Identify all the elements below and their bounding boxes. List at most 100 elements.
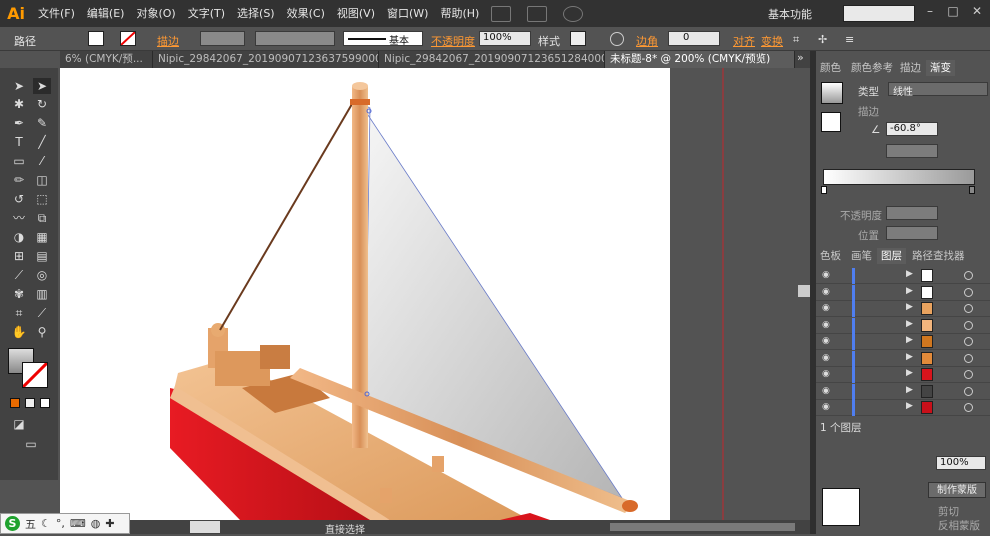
sogou-logo-icon[interactable]: S [5,516,20,531]
tab-stroke[interactable]: 描边 [896,60,925,76]
pen-tool-icon[interactable]: ✒ [10,115,28,131]
tab-layers[interactable]: 图层 [877,248,906,264]
stop-position-field[interactable] [886,226,938,240]
transform-label[interactable]: 变换 [761,33,783,49]
gpu-performance-icon[interactable] [563,5,584,22]
target-circle-icon[interactable] [964,353,973,363]
selection-tool-icon[interactable]: ➤ [10,78,28,94]
variable-width-dropdown[interactable] [255,31,335,46]
gradient-stroke-swatch[interactable] [821,112,841,132]
close-icon[interactable]: ✕ [970,4,984,18]
puppet-warp-icon[interactable]: ✢ [818,33,827,46]
target-circle-icon[interactable] [964,287,973,297]
target-circle-icon[interactable] [964,337,973,346]
gradient-type-select[interactable]: 线性 [888,82,988,98]
half-width-icon[interactable]: ☾ [41,517,51,530]
menu-effect[interactable]: 效果(C) [281,0,331,27]
skin-icon[interactable]: ◍ [91,517,101,530]
zoom-tool-icon[interactable]: ⚲ [33,324,51,340]
stroke-weight-dropdown[interactable] [200,31,245,46]
mesh-tool-icon[interactable]: ⊞ [10,248,28,264]
gradient-tool-icon[interactable]: ▤ [33,248,51,264]
tab-color[interactable]: 颜色 [816,60,845,76]
artboard-tool-icon[interactable]: ⌗ [10,305,28,321]
menu-help[interactable]: 帮助(H) [434,0,485,27]
direct-selection-tool-icon[interactable]: ➤ [33,78,51,94]
menu-file[interactable]: 文件(F) [32,0,81,27]
horizontal-scrollbar[interactable] [610,523,795,531]
scale-tool-icon[interactable]: ⬚ [33,191,51,207]
visibility-eye-icon[interactable]: ◉ [822,369,832,380]
visibility-eye-icon[interactable]: ◉ [822,320,832,331]
color-mode-icon[interactable] [10,398,20,408]
target-circle-icon[interactable] [964,403,973,412]
magic-wand-icon[interactable]: ✱ [10,96,28,112]
target-circle-icon[interactable] [964,304,973,313]
tools-icon[interactable]: ✚ [105,517,114,530]
expand-arrow-icon[interactable]: ▶ [906,401,913,411]
stroke-color-box[interactable] [21,361,49,389]
target-circle-icon[interactable] [964,271,973,280]
visibility-eye-icon[interactable]: ◉ [822,402,832,413]
eraser-icon[interactable]: ◫ [33,172,51,188]
angle-field[interactable]: -60.8° [886,122,938,136]
invert-mask-checkbox-label[interactable]: 反相蒙版 [938,518,980,533]
perspective-grid-icon[interactable]: ▦ [33,229,51,245]
opacity-label[interactable]: 不透明度 [431,33,475,49]
curvature-tool-icon[interactable]: ✎ [33,115,51,131]
layer-row[interactable]: ◉ ▶ [816,350,990,367]
recolor-artwork-icon[interactable] [610,32,624,46]
clip-checkbox-label[interactable]: 剪切 [938,504,959,519]
tab-pathfinder[interactable]: 路径查找器 [908,248,969,264]
line-tool-icon[interactable]: ╱ [33,134,51,150]
expand-arrow-icon[interactable]: ▶ [906,269,913,279]
visibility-eye-icon[interactable]: ◉ [822,303,832,314]
fill-swatch[interactable] [88,31,104,46]
warp-tool-icon[interactable]: 〰 [10,210,28,226]
visibility-eye-icon[interactable]: ◉ [822,336,832,347]
layer-row[interactable]: ◉ ▶ [816,400,990,416]
lasso-icon[interactable]: ↻ [33,96,51,112]
gradient-mode-icon[interactable] [25,398,35,408]
keyboard-icon[interactable]: ⌨ [70,517,86,530]
gradient-slider[interactable] [823,169,975,185]
symbol-sprayer-icon[interactable]: ✾ [10,286,28,302]
tab-doc-3[interactable]: Nipic_29842067_20190907123651284000.ai* [379,51,605,68]
visibility-eye-icon[interactable]: ◉ [822,270,832,281]
minimize-icon[interactable]: – [923,4,937,18]
expand-arrow-icon[interactable]: ▶ [906,286,913,296]
artboard-navigator[interactable] [190,521,220,533]
maximize-icon[interactable]: □ [946,4,960,18]
menu-object[interactable]: 对象(O) [130,0,181,27]
menu-view[interactable]: 视图(V) [331,0,381,27]
layer-row[interactable]: ◉ ▶ [816,367,990,383]
brush-definition-dropdown[interactable]: 基本 [343,31,423,47]
search-input[interactable] [843,5,915,22]
stroke-label[interactable]: 描边 [157,33,179,49]
expand-arrow-icon[interactable]: ▶ [906,335,913,345]
expand-arrow-icon[interactable]: ▶ [906,319,913,329]
canvas[interactable] [60,68,810,520]
layer-row[interactable]: ◉ ▶ [816,317,990,334]
none-mode-icon[interactable] [40,398,50,408]
expand-arrow-icon[interactable]: ▶ [906,368,913,378]
column-graph-icon[interactable]: ▥ [33,286,51,302]
tab-overflow-icon[interactable]: » [797,51,804,64]
punctuation-icon[interactable]: °, [56,517,65,530]
expand-arrow-icon[interactable]: ▶ [906,352,913,362]
shape-builder-icon[interactable]: ◑ [10,229,28,245]
type-tool-icon[interactable]: T [10,134,28,150]
rectangle-tool-icon[interactable]: ▭ [10,153,28,169]
bridge-icon[interactable] [491,5,512,22]
tab-gradient[interactable]: 渐变 [926,60,955,76]
expand-arrow-icon[interactable]: ▶ [906,385,913,395]
stroke-swatch[interactable] [120,31,136,46]
blend-tool-icon[interactable]: ◎ [33,267,51,283]
aspect-ratio-field[interactable] [886,144,938,158]
layer-row[interactable]: ◉ ▶ [816,284,990,301]
screen-mode-icon[interactable]: ▭ [22,436,40,452]
slice-tool-icon[interactable]: ⟋ [33,305,51,321]
target-circle-icon[interactable] [964,386,973,396]
tab-doc-1[interactable]: 6% (CMYK/预... [60,51,153,68]
target-circle-icon[interactable] [964,370,973,379]
